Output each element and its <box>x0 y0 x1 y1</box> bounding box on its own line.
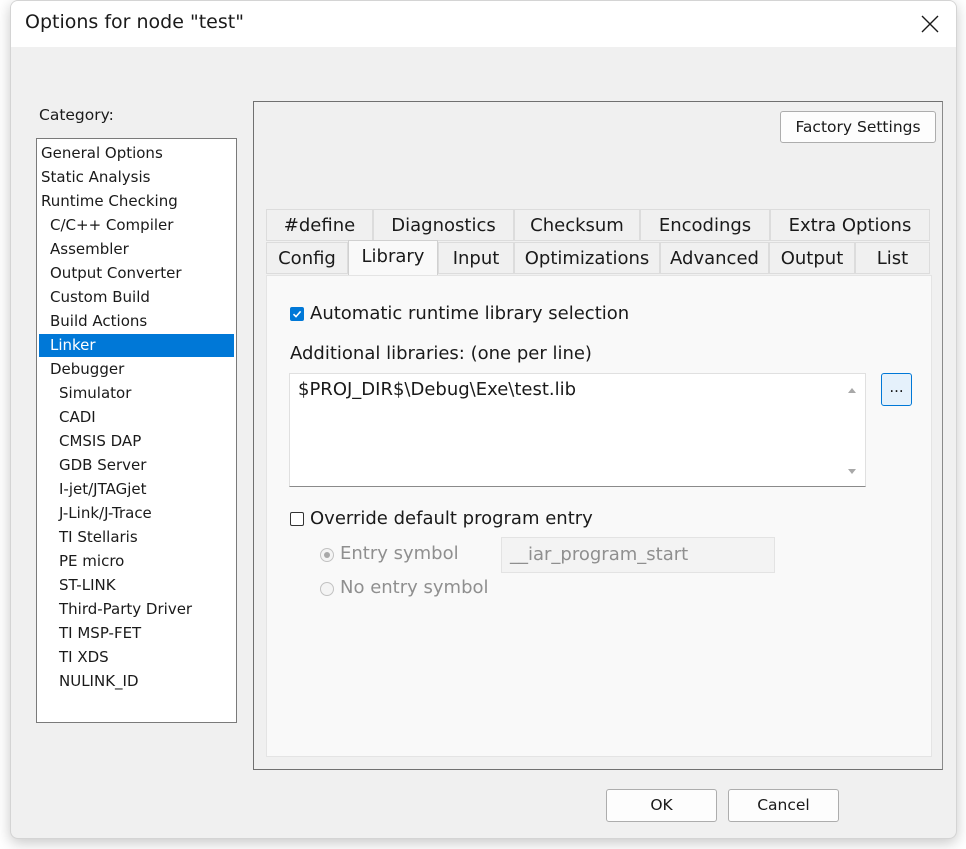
additional-libraries-value: $PROJ_DIR$\Debug\Exe\test.lib <box>298 379 577 400</box>
close-icon <box>921 15 939 33</box>
entry-symbol-radio[interactable] <box>320 548 334 562</box>
override-entry-label[interactable]: Override default program entry <box>310 508 593 529</box>
tab-output[interactable]: Output <box>769 242 855 274</box>
tab-encodings[interactable]: Encodings <box>640 209 770 241</box>
category-item-st-link[interactable]: ST-LINK <box>39 574 234 597</box>
additional-libraries-label: Additional libraries: (one per line) <box>290 343 592 364</box>
tab-library[interactable]: Library <box>348 240 438 276</box>
category-item-cadi[interactable]: CADI <box>39 406 234 429</box>
category-label: Category: <box>39 106 114 124</box>
tab-advanced[interactable]: Advanced <box>660 242 769 274</box>
category-item-general-options[interactable]: General Options <box>39 142 234 165</box>
library-tab-content: Automatic runtime library selection Addi… <box>266 275 932 757</box>
tab-config[interactable]: Config <box>266 242 348 274</box>
category-item-custom-build[interactable]: Custom Build <box>39 286 234 309</box>
auto-runtime-checkbox[interactable] <box>290 307 304 321</box>
tab-extra-options[interactable]: Extra Options <box>770 209 930 241</box>
category-item-runtime-checking[interactable]: Runtime Checking <box>39 190 234 213</box>
entry-symbol-input[interactable]: __iar_program_start <box>501 537 775 573</box>
tab-diagnostics[interactable]: Diagnostics <box>373 209 514 241</box>
scroll-down-arrow-icon[interactable] <box>847 468 857 476</box>
category-item-ti-msp-fet[interactable]: TI MSP-FET <box>39 622 234 645</box>
category-item-debugger[interactable]: Debugger <box>39 358 234 381</box>
tab-optimizations[interactable]: Optimizations <box>514 242 660 274</box>
category-item-ti-stellaris[interactable]: TI Stellaris <box>39 526 234 549</box>
scroll-up-arrow-icon[interactable] <box>847 386 857 394</box>
factory-settings-button[interactable]: Factory Settings <box>780 111 936 143</box>
category-item-pe-micro[interactable]: PE micro <box>39 550 234 573</box>
category-item-nulink-id[interactable]: NULINK_ID <box>39 670 234 693</box>
options-panel: Factory Settings #define Diagnostics Check… <box>253 101 943 770</box>
category-item-simulator[interactable]: Simulator <box>39 382 234 405</box>
auto-runtime-label[interactable]: Automatic runtime library selection <box>310 303 629 324</box>
no-entry-symbol-label[interactable]: No entry symbol <box>340 577 489 598</box>
entry-symbol-label[interactable]: Entry symbol <box>340 543 459 564</box>
category-item-j-link-j-trace[interactable]: J-Link/J-Trace <box>39 502 234 525</box>
category-item-third-party-driver[interactable]: Third-Party Driver <box>39 598 234 621</box>
window-title: Options for node "test" <box>25 11 244 33</box>
category-item-ti-xds[interactable]: TI XDS <box>39 646 234 669</box>
no-entry-symbol-radio[interactable] <box>320 582 334 596</box>
tab-checksum[interactable]: Checksum <box>514 209 640 241</box>
tab-list[interactable]: List <box>855 242 930 274</box>
title-bar: Options for node "test" <box>11 1 956 47</box>
category-item-c-c-compiler[interactable]: C/C++ Compiler <box>39 214 234 237</box>
ok-button[interactable]: OK <box>606 789 717 822</box>
tab-input[interactable]: Input <box>438 242 514 274</box>
category-item-gdb-server[interactable]: GDB Server <box>39 454 234 477</box>
category-list[interactable]: General Options Static Analysis Runtime Ch… <box>36 138 237 723</box>
category-item-i-jet-jtagjet[interactable]: I-jet/JTAGjet <box>39 478 234 501</box>
category-item-build-actions[interactable]: Build Actions <box>39 310 234 333</box>
category-item-linker[interactable]: Linker <box>39 334 234 357</box>
category-item-cmsis-dap[interactable]: CMSIS DAP <box>39 430 234 453</box>
tab-define[interactable]: #define <box>266 209 373 241</box>
tab-strip: #define Diagnostics Checksum Encodings Extra… <box>266 209 930 276</box>
options-dialog: Options for node "test" Category: Genera… <box>10 0 957 839</box>
close-button[interactable] <box>904 1 956 47</box>
override-entry-checkbox[interactable] <box>290 512 304 526</box>
additional-libraries-textarea[interactable]: $PROJ_DIR$\Debug\Exe\test.lib <box>289 373 866 487</box>
check-icon <box>292 310 302 318</box>
browse-button[interactable]: ... <box>881 373 912 406</box>
category-item-output-converter[interactable]: Output Converter <box>39 262 234 285</box>
category-item-static-analysis[interactable]: Static Analysis <box>39 166 234 189</box>
category-item-assembler[interactable]: Assembler <box>39 238 234 261</box>
cancel-button[interactable]: Cancel <box>728 789 839 822</box>
